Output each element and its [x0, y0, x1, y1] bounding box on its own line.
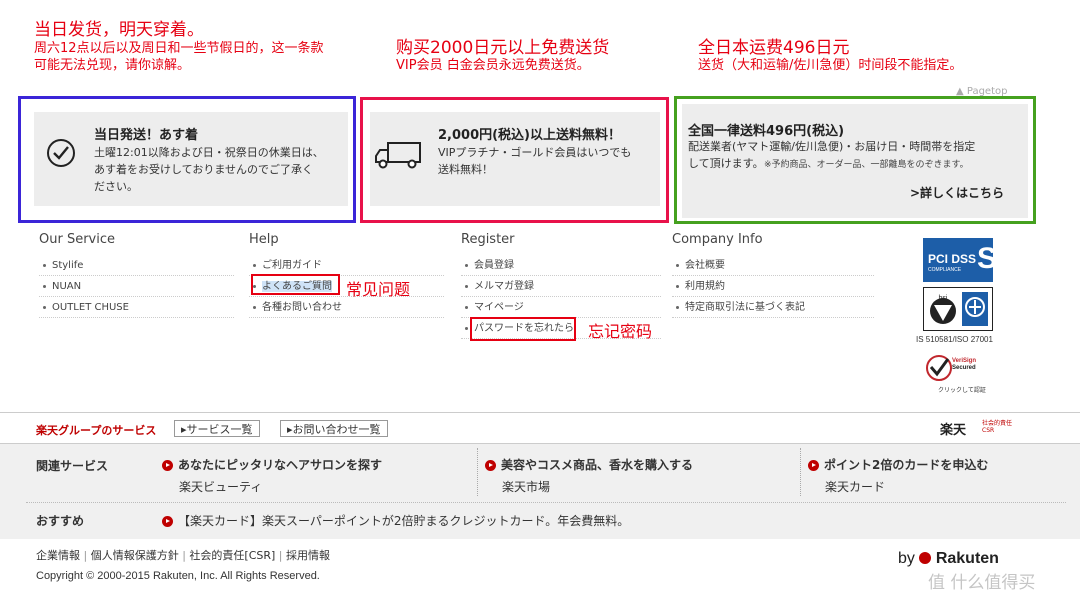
divider [477, 448, 479, 496]
footer-heading-service: Our Service [39, 232, 115, 247]
rakuten-group-title: 楽天グループのサービス [36, 424, 157, 437]
related-service-1[interactable]: あなたにピッタリなヘアサロンを探す 楽天ビューティ [162, 456, 467, 495]
related-service-2[interactable]: 美容やコスメ商品、香水を購入する 楽天市場 [485, 456, 795, 495]
footer-link-mypage[interactable]: マイページ [461, 297, 661, 318]
recommend-link[interactable]: 【楽天カード】楽天スーパーポイントが2倍貯まるクレジットカード。年会費無料。 [162, 512, 629, 529]
annotation-faq-label: 常见问题 [346, 280, 411, 299]
footer-link-signup[interactable]: 会員登録 [461, 255, 661, 276]
contact-list-button[interactable]: ▸お問い合わせ一覧 [280, 420, 388, 437]
annotation-outline-blue [18, 96, 356, 223]
footer-heading-company: Company Info [672, 232, 763, 247]
annotation-outline-faq [251, 274, 340, 295]
svg-text:bsi: bsi [939, 295, 948, 302]
related-services-label: 関連サービス [36, 459, 109, 473]
red-arrow-icon [162, 516, 173, 527]
annotation-outline-password [470, 317, 576, 341]
rakuten-r-icon [919, 552, 932, 564]
divider [26, 502, 1066, 503]
red-arrow-icon [162, 460, 173, 471]
footer-link-legal[interactable]: 特定商取引法に基づく表記 [672, 297, 874, 318]
annotation-outline-pink [360, 97, 669, 223]
footer-link-terms[interactable]: 利用規約 [672, 276, 874, 297]
annotation-flatrate-line1: 送货（大和运输/佐川急便）时间段不能指定。 [698, 58, 963, 73]
footer-link-outlet-chuse[interactable]: OUTLET CHUSE [39, 297, 234, 318]
copyright: Copyright © 2000-2015 Rakuten, Inc. All … [36, 570, 320, 582]
red-arrow-icon [808, 460, 819, 471]
bottom-links: 企業情報 | 個人情報保護方針 | 社会的責任[CSR] | 採用情報 [36, 549, 330, 562]
footer-col-service: Our Service Stylife NUAN OUTLET CHUSE [39, 232, 234, 318]
bsi-kitemark-icon: bsi [928, 291, 958, 327]
rakuten-csr-logo[interactable]: 楽天 社会的責任 CSR [940, 419, 1020, 439]
footer-link-nuan[interactable]: NUAN [39, 276, 234, 297]
annotation-sameday-line1: 周六12点以后以及周日和一些节假日的，这一条款 [34, 41, 324, 56]
footer-link-about[interactable]: 会社概要 [672, 255, 874, 276]
annotation-sameday-title: 当日发货，明天穿着。 [34, 20, 204, 40]
footer-col-company: Company Info 会社概要 利用規約 特定商取引法に基づく表記 [672, 232, 874, 318]
recommend-label: おすすめ [36, 514, 85, 528]
footer-heading-register: Register [461, 232, 515, 247]
divider [800, 448, 802, 496]
isms-mark-icon [962, 292, 988, 326]
annotation-outline-green [674, 96, 1036, 224]
annotation-password-label: 忘记密码 [588, 322, 653, 341]
red-arrow-icon [485, 460, 496, 471]
verisign-badge[interactable]: VeriSign Secured クリックして認証 [924, 354, 994, 394]
footer-link-stylife[interactable]: Stylife [39, 255, 234, 276]
pci-dss-badge[interactable]: PCI DSS COMPLIANCE S [923, 238, 997, 282]
footer-heading-help: Help [249, 232, 279, 247]
annotation-sameday-line2: 可能无法兑现，请你谅解。 [34, 58, 191, 73]
footer-link-guide[interactable]: ご利用ガイド [249, 255, 444, 276]
service-list-button[interactable]: ▸サービス一覧 [174, 420, 260, 437]
footer-link-newsletter[interactable]: メルマガ登録 [461, 276, 661, 297]
annotation-freeship-title: 购买2000日元以上免费送货 [396, 38, 610, 58]
annotation-freeship-line1: VIP会员 白金会员永远免费送货。 [396, 58, 590, 73]
annotation-flatrate-title: 全日本运费496日元 [698, 38, 850, 58]
bottom-link-company[interactable]: 企業情報 [36, 549, 80, 562]
watermark: 值 什么值得买 [928, 573, 1036, 593]
related-service-3[interactable]: ポイント2倍のカードを申込む 楽天カード [808, 456, 1068, 495]
bottom-link-privacy[interactable]: 個人情報保護方針 [91, 549, 179, 562]
pci-s-logo-icon: S [977, 242, 998, 275]
bsi-iso-badge[interactable]: bsi [923, 287, 993, 331]
verisign-check-icon [925, 354, 953, 382]
bottom-link-csr[interactable]: 社会的責任[CSR] [189, 549, 275, 562]
iso-caption: IS 510581/ISO 27001 [916, 335, 993, 344]
bottom-link-careers[interactable]: 採用情報 [286, 549, 330, 562]
rakuten-group-header: 楽天グループのサービス ▸サービス一覧 ▸お問い合わせ一覧 楽天 社会的責任 C… [0, 413, 1080, 444]
footer-link-contact[interactable]: 各種お問い合わせ [249, 297, 444, 318]
